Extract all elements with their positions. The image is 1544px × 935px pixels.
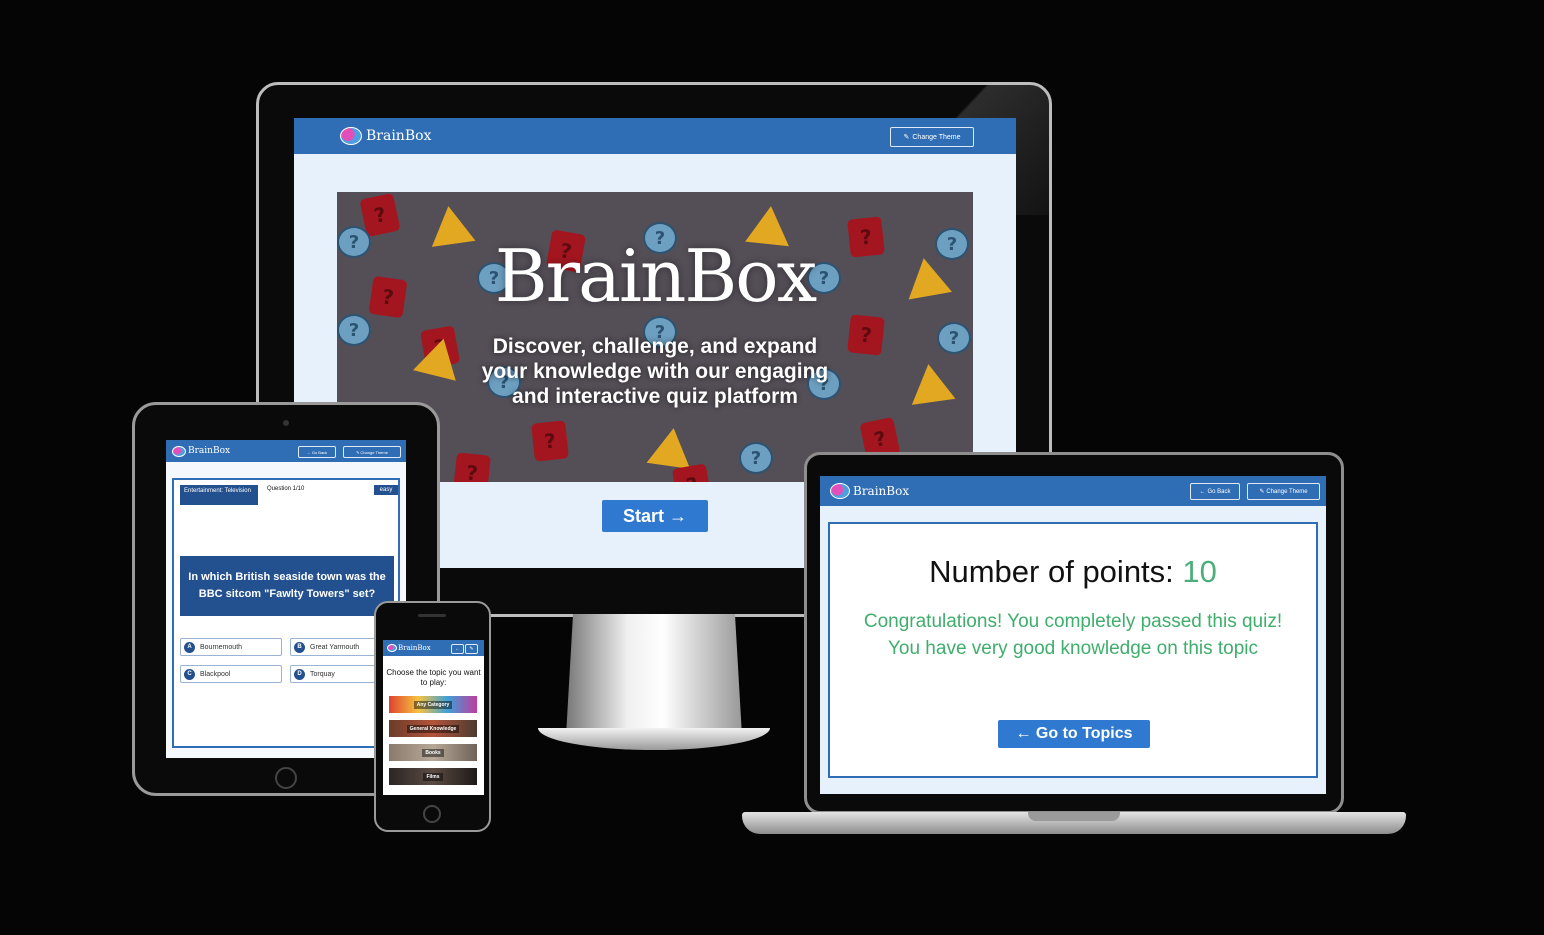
question-text: In which British seaside town was the BB…: [180, 556, 394, 616]
topic-label: Films: [423, 772, 443, 781]
edit-icon: ✎: [903, 134, 910, 141]
desktop-navbar: BrainBox ✎ Change Theme: [294, 118, 1016, 154]
go-to-topics-button[interactable]: ← Go to Topics: [998, 720, 1150, 748]
laptop-logo[interactable]: BrainBox: [830, 483, 909, 499]
question-bubble-icon: ?: [337, 314, 371, 346]
logo-text: BrainBox: [853, 484, 910, 498]
hero-title: BrainBox: [494, 234, 818, 318]
change-theme-button[interactable]: ✎ Change Theme: [1247, 483, 1320, 500]
brain-logo-icon: [340, 127, 362, 145]
tablet-home-button: [275, 767, 297, 789]
topic-books[interactable]: Books: [389, 744, 477, 761]
arrow-left-icon: ←: [455, 646, 460, 652]
go-back-button[interactable]: ←: [451, 644, 464, 654]
go-back-label: Go Back: [1207, 488, 1231, 495]
tablet-logo[interactable]: BrainBox: [172, 445, 231, 457]
phone-home-button: [423, 805, 441, 823]
brain-logo-icon: [387, 644, 397, 652]
warning-triangle-icon: [413, 333, 465, 381]
answer-letter: A: [184, 641, 195, 653]
category-badge: Entertainment: Television: [180, 485, 258, 505]
change-theme-label: Change Theme: [912, 133, 961, 141]
laptop-notch: [1028, 812, 1120, 821]
answer-text: Bournemouth: [200, 643, 243, 651]
choose-topic-prompt: Choose the topic you want to play:: [386, 668, 481, 687]
answer-letter: B: [294, 641, 305, 653]
result-card: Number of points: 10 Congratulations! Yo…: [828, 522, 1318, 778]
brain-logo-icon: [172, 445, 186, 457]
edit-icon: ✎: [356, 449, 360, 455]
topic-label: Books: [422, 748, 444, 757]
go-back-label: Go Back: [311, 449, 328, 455]
question-block-icon: ?: [453, 452, 491, 482]
answer-letter: C: [184, 668, 195, 680]
monitor-stand-base: [538, 728, 770, 750]
difficulty-badge: easy: [374, 485, 398, 495]
logo-text: BrainBox: [398, 644, 431, 652]
topic-any-category[interactable]: Any Category: [389, 696, 477, 713]
change-theme-button[interactable]: ✎ Change Theme: [343, 446, 401, 458]
answer-text: Torquay: [310, 670, 335, 678]
logo-text: BrainBox: [188, 446, 231, 456]
tablet-screen: BrainBox ← Go Back ✎ Change Theme Entert…: [166, 440, 406, 758]
points-value: 10: [1182, 554, 1217, 589]
topic-films[interactable]: Films: [389, 768, 477, 785]
topic-general-knowledge[interactable]: General Knowledge: [389, 720, 477, 737]
topic-label: General Knowledge: [406, 724, 460, 733]
edit-icon: ✎: [469, 646, 474, 652]
phone-navbar: BrainBox ← ✎: [383, 640, 484, 656]
laptop-screen: BrainBox ← Go Back ✎ Change Theme Number…: [820, 476, 1326, 794]
question-bubble-icon: ?: [739, 442, 773, 474]
congratulations-message: Congratulations! You completely passed t…: [863, 611, 1283, 659]
points-heading: Number of points: 10: [830, 554, 1316, 590]
laptop-navbar: BrainBox ← Go Back ✎ Change Theme: [820, 476, 1326, 506]
phone-screen: BrainBox ← ✎ Choose the topic you want t…: [383, 640, 484, 795]
go-back-button[interactable]: ← Go Back: [298, 446, 336, 458]
phone-speaker: [418, 614, 446, 617]
change-theme-button[interactable]: ✎: [465, 644, 478, 654]
change-theme-label: Change Theme: [360, 449, 388, 455]
tablet-camera: [283, 420, 289, 426]
edit-icon: ✎: [1259, 489, 1265, 495]
question-counter: Question 1/10: [267, 486, 305, 492]
hero-subtitle: Discover, challenge, and expand your kno…: [481, 335, 829, 408]
arrow-left-icon: ←: [306, 449, 311, 455]
answer-option-a[interactable]: A Bournemouth: [180, 638, 282, 656]
answer-option-c[interactable]: C Blackpool: [180, 665, 282, 683]
brain-logo-icon: [830, 483, 850, 499]
monitor-stand: [566, 614, 742, 736]
arrow-left-icon: ←: [1199, 488, 1206, 495]
warning-triangle-icon: [646, 425, 696, 469]
topic-label: Any Category: [413, 700, 453, 709]
answer-text: Great Yarmouth: [310, 643, 360, 651]
question-block-icon: ?: [847, 314, 885, 356]
warning-triangle-icon: [906, 361, 956, 405]
desktop-logo[interactable]: BrainBox: [340, 127, 431, 145]
quiz-card: Entertainment: Television Question 1/10 …: [172, 478, 400, 748]
logo-text: BrainBox: [366, 128, 432, 144]
points-label: Number of points:: [929, 554, 1174, 589]
tablet-navbar: BrainBox ← Go Back ✎ Change Theme: [166, 440, 406, 462]
question-bubble-icon: ?: [937, 322, 971, 354]
answer-text: Blackpool: [200, 670, 231, 678]
change-theme-button[interactable]: ✎ Change Theme: [890, 127, 974, 147]
go-back-button[interactable]: ← Go Back: [1190, 483, 1240, 500]
change-theme-label: Change Theme: [1266, 488, 1308, 495]
start-button[interactable]: Start →: [602, 500, 708, 532]
answer-letter: D: [294, 668, 305, 680]
phone-logo[interactable]: BrainBox: [387, 644, 431, 652]
question-block-icon: ?: [531, 420, 569, 462]
